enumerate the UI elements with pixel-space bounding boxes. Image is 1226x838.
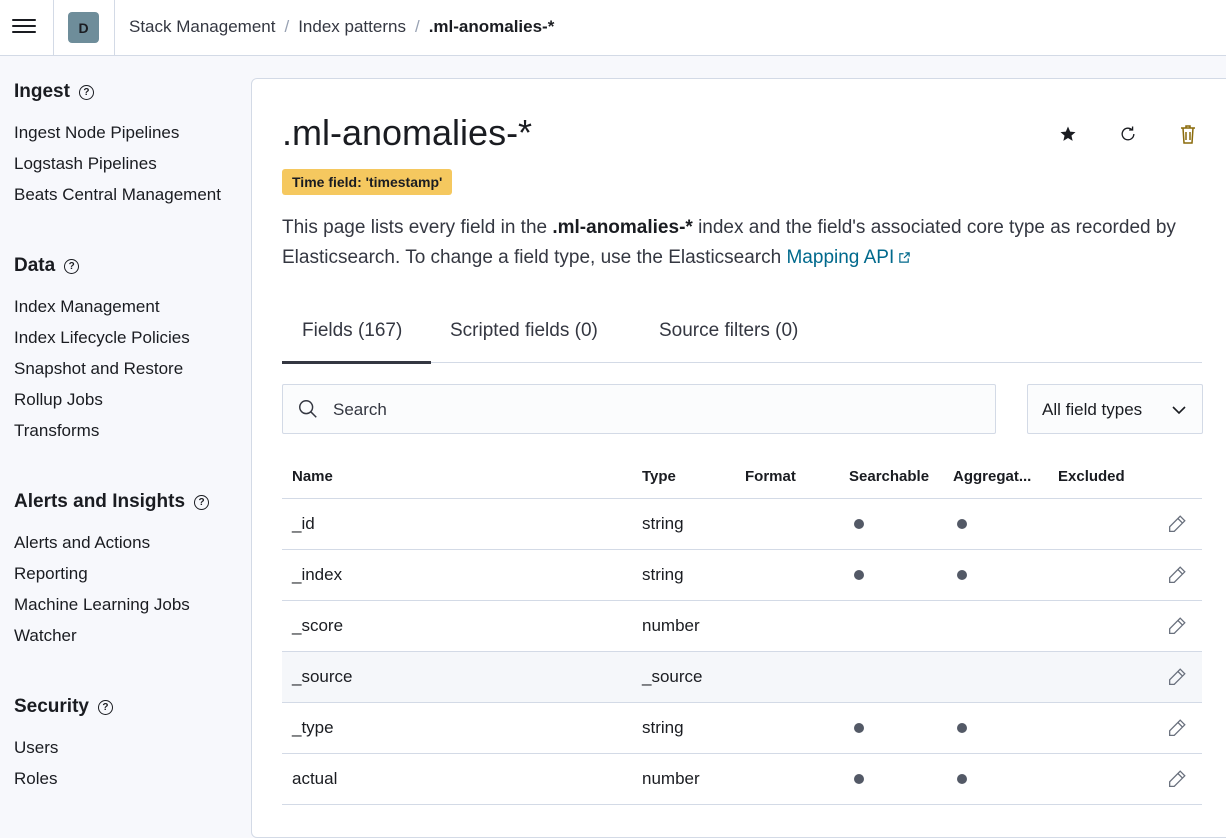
field-name: _source xyxy=(292,667,353,686)
sidebar-item-roles[interactable]: Roles xyxy=(14,769,57,789)
mapping-api-link-label: Mapping API xyxy=(786,247,895,268)
top-header: D Stack Management / Index patterns / .m… xyxy=(0,0,1226,56)
sidebar-item-beats-central-management[interactable]: Beats Central Management xyxy=(14,185,221,205)
sidebar-group-title: Data xyxy=(14,255,56,276)
help-icon[interactable]: ? xyxy=(64,258,80,274)
searchable-indicator-icon xyxy=(854,519,864,529)
sidebar-group-data: Data ? xyxy=(14,255,80,277)
pencil-icon[interactable] xyxy=(1166,564,1188,586)
column-header-searchable[interactable]: Searchable xyxy=(849,468,929,485)
tab-source-filters[interactable]: Source filters (0) xyxy=(659,320,798,342)
field-type: _source xyxy=(642,667,703,686)
table-row: _type string xyxy=(282,703,1202,754)
search-input[interactable] xyxy=(331,385,975,435)
external-link-icon xyxy=(898,244,911,274)
sidebar-item-reporting[interactable]: Reporting xyxy=(14,564,88,584)
pencil-icon[interactable] xyxy=(1166,666,1188,688)
field-type: number xyxy=(642,769,700,788)
column-header-aggregatable[interactable]: Aggregat... xyxy=(953,468,1031,485)
sidebar-group-title: Ingest xyxy=(14,81,70,102)
header-divider xyxy=(114,0,115,56)
pencil-icon[interactable] xyxy=(1166,615,1188,637)
searchable-indicator-icon xyxy=(854,570,864,580)
breadcrumb-stack-management[interactable]: Stack Management xyxy=(129,17,275,37)
table-row: _index string xyxy=(282,550,1202,601)
searchable-indicator-icon xyxy=(854,723,864,733)
chevron-down-icon xyxy=(1170,401,1188,424)
breadcrumb-index-patterns[interactable]: Index patterns xyxy=(298,17,406,37)
table-row: _source _source xyxy=(282,652,1202,703)
field-name: actual xyxy=(292,769,338,788)
space-avatar[interactable]: D xyxy=(68,12,99,43)
searchable-indicator-icon xyxy=(854,774,864,784)
field-type: number xyxy=(642,616,700,635)
field-type-select-value: All field types xyxy=(1042,400,1143,419)
search-icon xyxy=(297,398,319,420)
field-type-select[interactable]: All field types xyxy=(1027,384,1203,434)
field-name: _id xyxy=(292,514,315,533)
sidebar-item-alerts-and-actions[interactable]: Alerts and Actions xyxy=(14,533,150,553)
sidebar-item-rollup-jobs[interactable]: Rollup Jobs xyxy=(14,390,103,410)
table-row: actual number xyxy=(282,754,1202,805)
sidebar-item-users[interactable]: Users xyxy=(14,738,58,758)
field-type: string xyxy=(642,718,684,737)
table-row: _score number xyxy=(282,601,1202,652)
table-row: _id string xyxy=(282,499,1202,550)
sidebar-item-machine-learning-jobs[interactable]: Machine Learning Jobs xyxy=(14,595,190,615)
breadcrumb-separator: / xyxy=(414,17,420,36)
pencil-icon[interactable] xyxy=(1166,513,1188,535)
sidebar-item-watcher[interactable]: Watcher xyxy=(14,626,77,646)
tab-scripted-fields[interactable]: Scripted fields (0) xyxy=(450,320,598,342)
star-icon[interactable] xyxy=(1056,122,1080,146)
sidebar-group-ingest: Ingest ? xyxy=(14,81,94,103)
help-icon[interactable]: ? xyxy=(97,699,113,715)
help-icon[interactable]: ? xyxy=(194,494,210,510)
search-box xyxy=(282,384,996,435)
page-title: .ml-anomalies-* xyxy=(282,112,533,153)
sidebar-group-alerts-and-insights: Alerts and Insights ? xyxy=(14,491,210,513)
help-icon[interactable]: ? xyxy=(78,84,94,100)
description-text: This page lists every field in the xyxy=(282,217,553,238)
column-header-type[interactable]: Type xyxy=(642,468,676,485)
breadcrumb: Stack Management / Index patterns / .ml-… xyxy=(129,17,554,37)
pencil-icon[interactable] xyxy=(1166,768,1188,790)
sidebar-item-snapshot-and-restore[interactable]: Snapshot and Restore xyxy=(14,359,183,379)
trash-icon[interactable] xyxy=(1176,122,1200,146)
field-name: _index xyxy=(292,565,343,584)
header-divider xyxy=(53,0,54,56)
page-description: This page lists every field in the .ml-a… xyxy=(282,213,1182,274)
column-header-name[interactable]: Name xyxy=(292,468,333,485)
sidebar-item-logstash-pipelines[interactable]: Logstash Pipelines xyxy=(14,154,157,174)
aggregatable-indicator-icon xyxy=(957,519,967,529)
refresh-icon[interactable] xyxy=(1116,122,1140,146)
tab-fields[interactable]: Fields (167) xyxy=(302,320,402,342)
mapping-api-link[interactable]: Mapping API xyxy=(786,247,911,268)
column-header-format[interactable]: Format xyxy=(745,468,796,485)
active-tab-indicator xyxy=(282,361,431,364)
field-type: string xyxy=(642,565,684,584)
sidebar-item-index-lifecycle-policies[interactable]: Index Lifecycle Policies xyxy=(14,328,190,348)
breadcrumb-current: .ml-anomalies-* xyxy=(428,17,555,36)
field-type: string xyxy=(642,514,684,533)
aggregatable-indicator-icon xyxy=(957,570,967,580)
time-field-badge: Time field: 'timestamp' xyxy=(282,169,453,195)
sidebar-item-index-management[interactable]: Index Management xyxy=(14,297,160,317)
column-header-excluded[interactable]: Excluded xyxy=(1058,468,1125,485)
sidebar-item-ingest-node-pipelines[interactable]: Ingest Node Pipelines xyxy=(14,123,179,143)
sidebar-group-title: Security xyxy=(14,696,89,717)
sidebar-group-title: Alerts and Insights xyxy=(14,491,186,512)
field-name: _score xyxy=(292,616,344,635)
pencil-icon[interactable] xyxy=(1166,717,1188,739)
breadcrumb-separator: / xyxy=(284,17,290,36)
field-name: _type xyxy=(292,718,334,737)
menu-icon[interactable] xyxy=(12,16,36,38)
sidebar-item-transforms[interactable]: Transforms xyxy=(14,421,99,441)
sidebar-group-security: Security ? xyxy=(14,696,113,718)
sidebar: Ingest ? Ingest Node Pipelines Logstash … xyxy=(0,57,250,812)
aggregatable-indicator-icon xyxy=(957,774,967,784)
aggregatable-indicator-icon xyxy=(957,723,967,733)
description-index-name: .ml-anomalies-* xyxy=(552,217,693,238)
